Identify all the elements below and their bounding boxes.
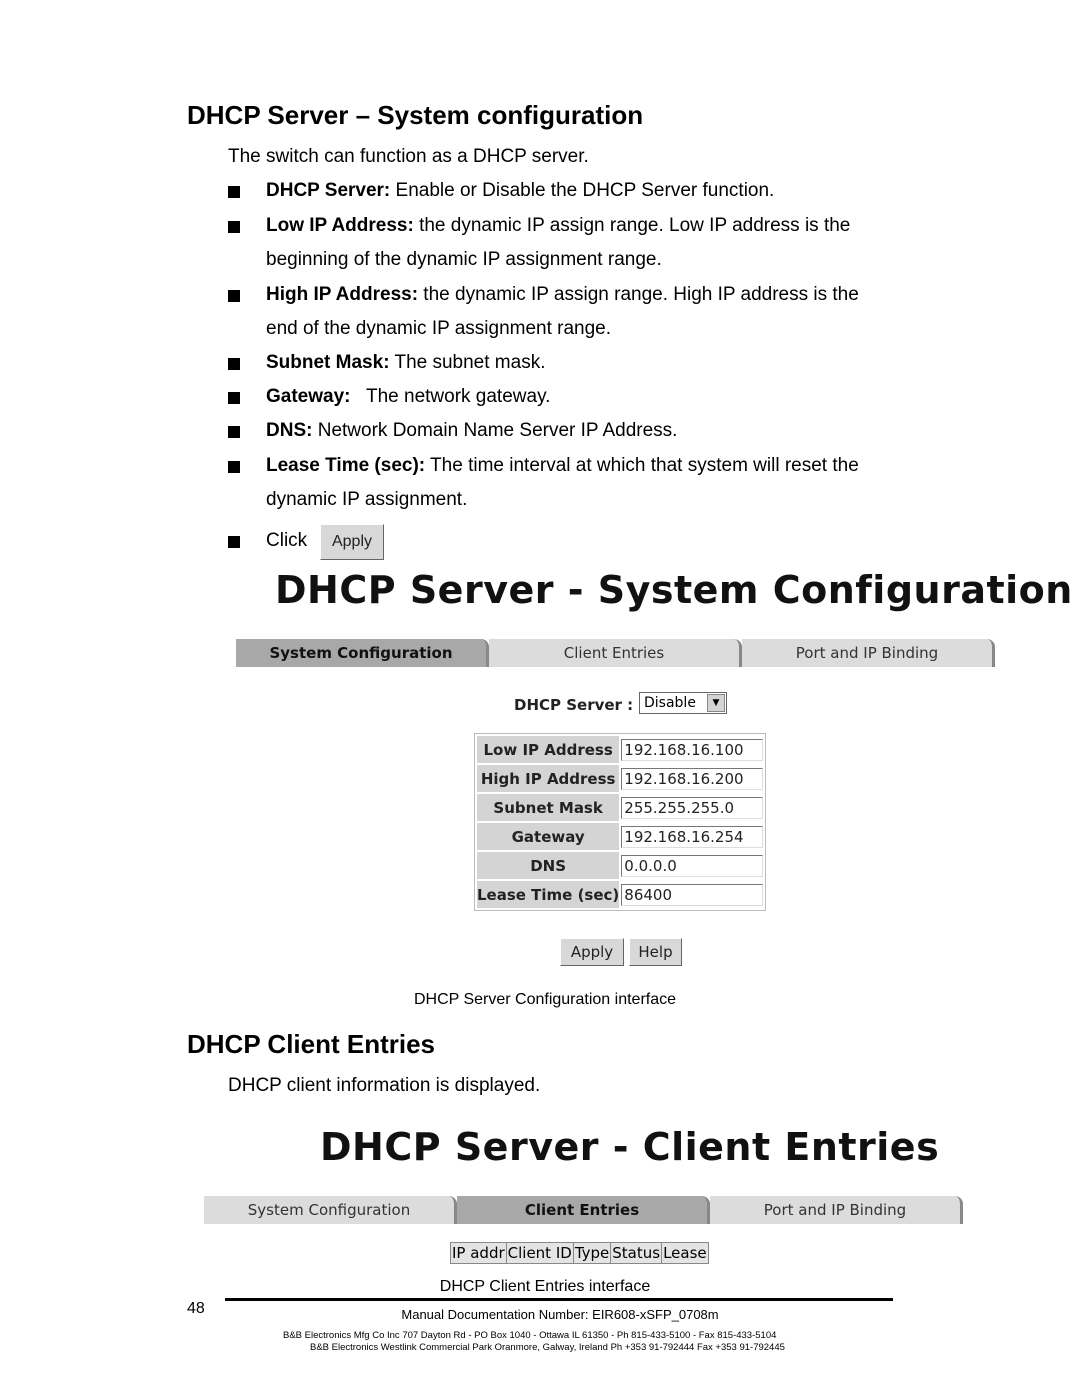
bullet-term: High IP Address: bbox=[266, 284, 419, 305]
bullet-text: Network Domain Name Server IP Address. bbox=[312, 420, 678, 441]
column-header: Lease bbox=[663, 1244, 707, 1262]
bullet-text: The network gateway. bbox=[350, 386, 551, 407]
document-page: DHCP Server – System configuration The s… bbox=[0, 0, 1080, 1397]
field-label: Subnet Mask bbox=[477, 794, 620, 821]
click-text: Click bbox=[266, 530, 308, 551]
intro-text: The switch can function as a DHCP server… bbox=[228, 146, 589, 167]
field-input[interactable]: 255.255.255.0 bbox=[621, 796, 764, 819]
tab-bar: System Configuration Client Entries Port… bbox=[204, 1196, 963, 1224]
field-input[interactable]: 192.168.16.254 bbox=[621, 825, 764, 848]
form-row: Gateway 192.168.16.254 bbox=[477, 823, 764, 850]
tab-port-ip-binding[interactable]: Port and IP Binding bbox=[710, 1196, 963, 1224]
column-header: Status bbox=[612, 1243, 663, 1263]
bullet-text: the dynamic IP assign range. High IP add… bbox=[418, 284, 859, 305]
field-label: Gateway bbox=[477, 823, 620, 850]
column-header: Client ID bbox=[507, 1243, 574, 1263]
bullet-term: DHCP Server: bbox=[266, 180, 391, 201]
footer-address-ie: B&B Electronics Westlink Commercial Park… bbox=[310, 1342, 785, 1353]
bullet-continuation: dynamic IP assignment. bbox=[266, 489, 468, 510]
bullet-item: High IP Address: the dynamic IP assign r… bbox=[266, 284, 859, 306]
field-input[interactable]: 0.0.0.0 bbox=[621, 854, 764, 877]
field-label: DNS bbox=[477, 852, 620, 879]
bullet-term: Gateway: bbox=[266, 386, 351, 407]
form-row: High IP Address 192.168.16.200 bbox=[477, 765, 764, 792]
config-form: Low IP Address 192.168.16.100 High IP Addr… bbox=[474, 733, 767, 911]
screenshot-title: DHCP Server - System Configuration bbox=[275, 568, 1073, 612]
bullet-item: Gateway: The network gateway. bbox=[266, 386, 550, 408]
column-header: Type bbox=[574, 1243, 612, 1263]
select-value: Disable bbox=[644, 695, 696, 711]
bullet-text: The time interval at which that system w… bbox=[425, 455, 859, 476]
form-row: Subnet Mask 255.255.255.0 bbox=[477, 794, 764, 821]
field-label: High IP Address bbox=[477, 765, 620, 792]
form-row: Lease Time (sec) 86400 bbox=[477, 881, 764, 908]
field-label: Lease Time (sec) bbox=[477, 881, 620, 908]
bullet-text: the dynamic IP assign range. Low IP addr… bbox=[413, 215, 851, 236]
bullet-icon bbox=[228, 461, 240, 473]
bullet-term: Lease Time (sec): bbox=[266, 455, 426, 476]
figure-caption: DHCP Client Entries interface bbox=[439, 1278, 651, 1295]
bullet-item: Lease Time (sec): The time interval at w… bbox=[266, 455, 859, 477]
bullet-text: Enable or Disable the DHCP Server functi… bbox=[390, 180, 775, 201]
bullet-term: DNS: bbox=[266, 420, 313, 441]
apply-button[interactable]: Apply bbox=[560, 938, 624, 966]
form-row: Low IP Address 192.168.16.100 bbox=[477, 736, 764, 763]
bullet-item: DNS: Network Domain Name Server IP Addre… bbox=[266, 420, 677, 442]
column-header: IP addr bbox=[452, 1243, 507, 1263]
doc-number: Manual Documentation Number: EIR608-xSFP… bbox=[401, 1307, 719, 1322]
bullet-item: Low IP Address: the dynamic IP assign ra… bbox=[266, 215, 850, 237]
bullet-term: Low IP Address: bbox=[266, 215, 414, 236]
section-title: DHCP Client Entries bbox=[187, 1029, 436, 1059]
inline-apply-button: Apply bbox=[320, 524, 384, 560]
dhcp-server-select[interactable]: Disable ▼ bbox=[639, 692, 727, 714]
footer-divider bbox=[225, 1298, 893, 1301]
bullet-continuation: end of the dynamic IP assignment range. bbox=[266, 318, 612, 339]
bullet-icon bbox=[228, 186, 240, 198]
footer-address-us: B&B Electronics Mfg Co Inc 707 Dayton Rd… bbox=[283, 1330, 777, 1341]
tab-port-ip-binding[interactable]: Port and IP Binding bbox=[742, 639, 995, 667]
client-table-header: IP addr Client ID Type Status Lease bbox=[450, 1242, 709, 1264]
tab-client-entries[interactable]: Client Entries bbox=[489, 639, 742, 667]
figure-caption: DHCP Server Configuration interface bbox=[413, 991, 677, 1008]
help-button[interactable]: Help bbox=[629, 938, 682, 966]
bullet-continuation: beginning of the dynamic IP assignment r… bbox=[266, 249, 662, 270]
field-input[interactable]: 86400 bbox=[621, 883, 764, 906]
dhcp-server-label: DHCP Server : bbox=[514, 696, 634, 714]
screenshot-title: DHCP Server - Client Entries bbox=[320, 1125, 940, 1169]
bullet-icon bbox=[228, 536, 240, 548]
bullet-text: The subnet mask. bbox=[389, 352, 546, 373]
tab-system-configuration[interactable]: System Configuration bbox=[204, 1196, 457, 1224]
intro-text: DHCP client information is displayed. bbox=[228, 1075, 541, 1096]
field-input[interactable]: 192.168.16.200 bbox=[621, 767, 764, 790]
tab-system-configuration[interactable]: System Configuration bbox=[236, 639, 489, 667]
field-label: Low IP Address bbox=[477, 736, 620, 763]
bullet-item: DHCP Server: Enable or Disable the DHCP … bbox=[266, 180, 774, 202]
tab-bar: System Configuration Client Entries Port… bbox=[236, 639, 995, 667]
bullet-term: Subnet Mask: bbox=[266, 352, 390, 373]
bullet-icon bbox=[228, 358, 240, 370]
bullet-icon bbox=[228, 426, 240, 438]
bullet-icon bbox=[228, 221, 240, 233]
bullet-item: Subnet Mask: The subnet mask. bbox=[266, 352, 545, 374]
chevron-down-icon: ▼ bbox=[707, 694, 725, 712]
section-title: DHCP Server – System configuration bbox=[187, 100, 644, 130]
bullet-icon bbox=[228, 392, 240, 404]
bullet-icon bbox=[228, 290, 240, 302]
field-input[interactable]: 192.168.16.100 bbox=[621, 738, 764, 761]
form-row: DNS 0.0.0.0 bbox=[477, 852, 764, 879]
tab-client-entries[interactable]: Client Entries bbox=[457, 1196, 710, 1224]
